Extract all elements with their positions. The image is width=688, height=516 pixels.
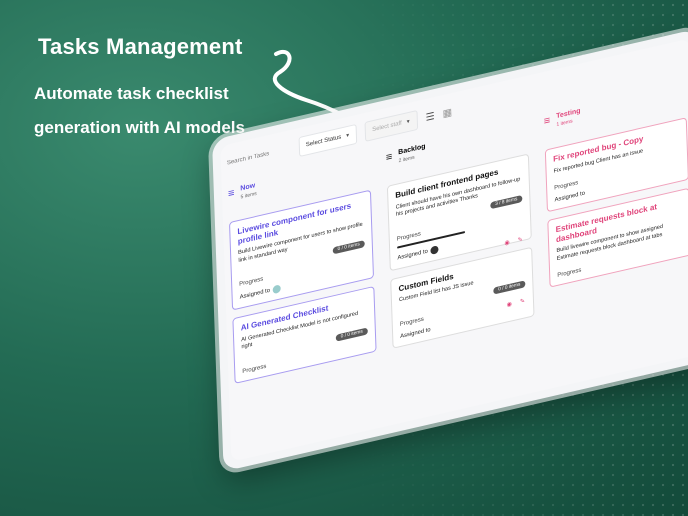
- edit-icon[interactable]: ✎: [518, 236, 523, 244]
- staff-select[interactable]: Select staff ▼: [364, 109, 419, 142]
- column-testing: ≡ Testing 1 items Fix reported bug - Cop…: [544, 83, 688, 296]
- card-actions: ◉ ✎: [504, 236, 523, 247]
- edit-icon[interactable]: ✎: [520, 297, 525, 305]
- eye-icon[interactable]: ◉: [507, 300, 512, 308]
- hero-subtitle-line1: Automate task checklist: [34, 84, 229, 103]
- staff-select-label: Select staff: [372, 120, 402, 134]
- grid-view-icon[interactable]: ▦: [442, 107, 452, 120]
- status-select-label: Select Status: [305, 134, 342, 149]
- assigned-label: Assigned to: [554, 190, 586, 204]
- hero-headline: Tasks Management: [38, 34, 243, 59]
- avatar: [430, 244, 439, 255]
- assigned-label: Assigned to: [397, 248, 428, 262]
- eye-icon[interactable]: ◉: [504, 239, 509, 247]
- avatar: [272, 284, 282, 295]
- column-count: 5 items: [240, 190, 257, 201]
- column-backlog: ≡ Backlog 2 items Build client frontend …: [386, 120, 535, 357]
- column-now: ≡ Now 5 items Livewire component for use…: [228, 156, 377, 392]
- assigned-label: Assigned to: [239, 288, 271, 302]
- chevron-down-icon: ▼: [345, 132, 351, 140]
- list-check-icon: ≡: [385, 150, 393, 165]
- hero-subtitle-line2: generation with AI models: [34, 118, 245, 137]
- list-view-icon[interactable]: ☰: [425, 111, 434, 124]
- search-input[interactable]: [220, 138, 292, 175]
- status-select[interactable]: Select Status ▼: [298, 123, 358, 158]
- assigned-label: Assigned to: [400, 326, 431, 340]
- list-check-icon: ≡: [543, 114, 551, 128]
- chevron-down-icon: ▼: [405, 118, 411, 126]
- list-check-icon: ≡: [227, 186, 235, 201]
